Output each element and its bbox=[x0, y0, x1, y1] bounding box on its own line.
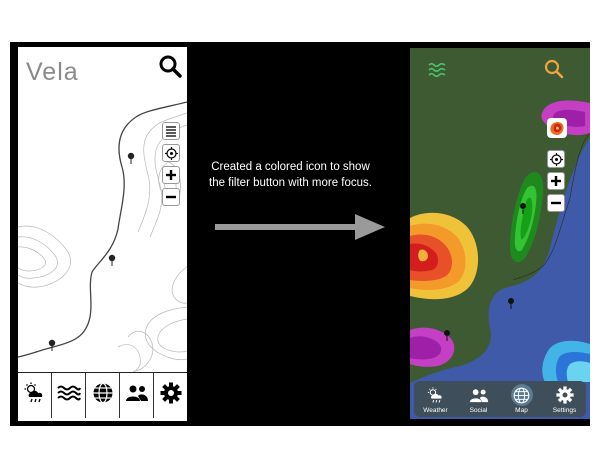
arrow-right-icon bbox=[215, 214, 385, 240]
tab-label: Social bbox=[469, 407, 488, 414]
tab-weather[interactable] bbox=[18, 373, 52, 418]
map-controls bbox=[162, 122, 180, 206]
globe-icon bbox=[92, 382, 114, 409]
tab-map[interactable]: Map bbox=[500, 381, 543, 417]
annotation-caption: Created a colored icon to show the filte… bbox=[209, 161, 372, 189]
tab-globe[interactable] bbox=[86, 373, 120, 418]
location-pin[interactable] bbox=[48, 339, 56, 351]
minus-icon[interactable] bbox=[162, 188, 180, 206]
tab-bar bbox=[18, 372, 187, 418]
tab-settings[interactable]: Settings bbox=[543, 381, 586, 417]
globe-icon bbox=[510, 384, 533, 406]
tab-label: Map bbox=[515, 407, 528, 414]
locate-icon[interactable] bbox=[547, 150, 565, 168]
locate-icon[interactable] bbox=[162, 144, 180, 162]
search-icon[interactable] bbox=[543, 58, 569, 84]
location-pin[interactable] bbox=[127, 152, 135, 164]
tab-bar: Weather Social Map Settings bbox=[414, 381, 586, 417]
weather-map[interactable] bbox=[410, 48, 590, 419]
app-title: Vela bbox=[26, 58, 79, 86]
tab-label: Settings bbox=[552, 407, 577, 414]
people-icon bbox=[125, 384, 149, 407]
gear-icon bbox=[160, 382, 182, 409]
location-pin[interactable] bbox=[108, 254, 116, 266]
tab-settings[interactable] bbox=[154, 373, 187, 418]
people-icon bbox=[468, 384, 490, 406]
plus-icon[interactable] bbox=[547, 172, 565, 190]
after-screen: Weather Social Map Settings bbox=[410, 48, 590, 419]
waves-icon[interactable] bbox=[428, 62, 446, 83]
minus-icon[interactable] bbox=[547, 194, 565, 212]
tab-weather[interactable]: Weather bbox=[414, 381, 457, 417]
topographic-map[interactable] bbox=[18, 47, 187, 421]
tab-label: Weather bbox=[423, 407, 448, 414]
map-controls bbox=[547, 150, 565, 212]
tab-social[interactable] bbox=[120, 373, 154, 418]
tab-waves[interactable] bbox=[52, 373, 86, 418]
waves-icon bbox=[56, 384, 81, 407]
gear-icon bbox=[554, 384, 576, 406]
search-icon[interactable] bbox=[157, 53, 183, 79]
filter-list-icon[interactable] bbox=[162, 122, 180, 140]
plus-icon[interactable] bbox=[162, 166, 180, 184]
tab-social[interactable]: Social bbox=[457, 381, 500, 417]
colored-filter-icon[interactable] bbox=[547, 118, 567, 138]
weather-icon bbox=[425, 384, 447, 406]
before-screen: Vela bbox=[18, 47, 187, 421]
weather-icon bbox=[23, 382, 47, 409]
slide-background: Vela Created a colored icon to show the … bbox=[10, 42, 590, 426]
